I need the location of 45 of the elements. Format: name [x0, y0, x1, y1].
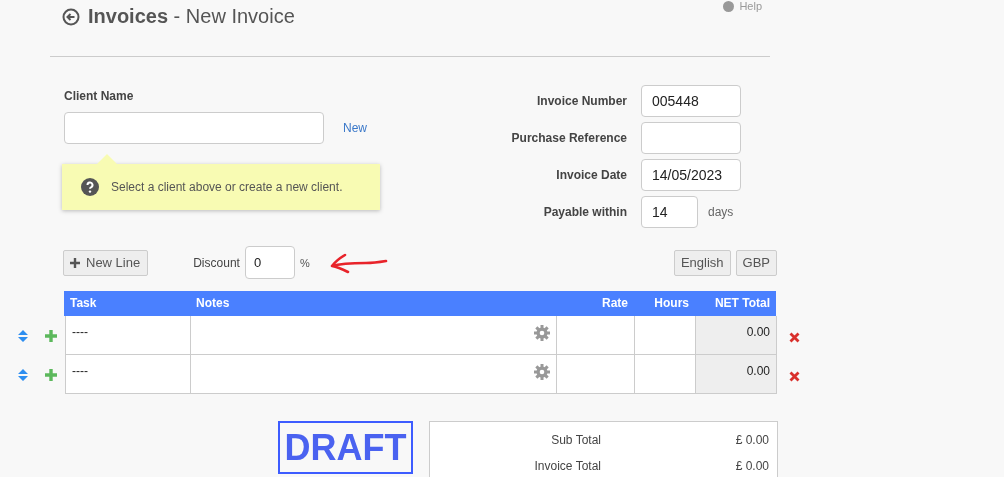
task-cell[interactable]: ---- [66, 316, 191, 354]
field-label: Payable within [542, 205, 627, 219]
text-field[interactable]: 005448 [641, 85, 741, 117]
column-header: Rate [601, 295, 629, 312]
delete-icon[interactable] [789, 331, 800, 343]
discount-label: Discount [193, 255, 240, 270]
percent-label: % [299, 256, 310, 269]
task-cell[interactable]: ---- [66, 355, 191, 393]
total-value: £ 0.00 [734, 459, 770, 473]
field-label: Client Name [64, 89, 134, 103]
total-label: Invoice Total [533, 459, 601, 473]
field-label: Purchase Reference [510, 131, 627, 145]
gear-icon[interactable] [534, 364, 550, 380]
field-label: Invoice Number [535, 94, 627, 108]
unit-label: days [708, 205, 734, 219]
net-total-cell: 0.00 [696, 316, 777, 354]
column-header: Hours [653, 295, 690, 312]
gear-icon[interactable] [534, 325, 550, 341]
annotation-arrow-drawing [329, 251, 390, 274]
client-name-field[interactable] [64, 112, 324, 144]
field-label: Invoice Date [555, 168, 627, 182]
text-field[interactable] [641, 122, 741, 154]
net-total-cell: 0.00 [696, 355, 777, 393]
draft-stamp: DRAFT [278, 421, 413, 474]
hint-text: Select a client above or create a new client. [111, 180, 343, 194]
new-line-button[interactable]: New Line [63, 249, 149, 276]
number-field[interactable]: 14 [641, 196, 698, 228]
sort-handle-icon[interactable] [18, 368, 28, 381]
text-field[interactable]: 14/05/2023 [641, 159, 741, 191]
page-title: Invoices - New Invoice [88, 5, 295, 28]
discount-field[interactable]: 0 [244, 246, 295, 279]
new-client-link[interactable]: New [343, 121, 367, 135]
currency-button[interactable]: GBP [735, 249, 777, 276]
total-value: £ 0.00 [734, 433, 770, 447]
column-header: NET Total [713, 295, 771, 312]
question-icon [81, 178, 99, 196]
total-label: Sub Total [550, 433, 601, 447]
delete-icon[interactable] [789, 370, 800, 382]
add-row-icon[interactable] [45, 329, 57, 342]
sort-handle-icon[interactable] [18, 329, 28, 342]
column-header: Task [69, 295, 98, 312]
language-button[interactable]: English [673, 249, 731, 276]
column-header: Notes [195, 295, 231, 312]
add-row-icon[interactable] [45, 368, 57, 381]
plus-icon [70, 257, 80, 268]
